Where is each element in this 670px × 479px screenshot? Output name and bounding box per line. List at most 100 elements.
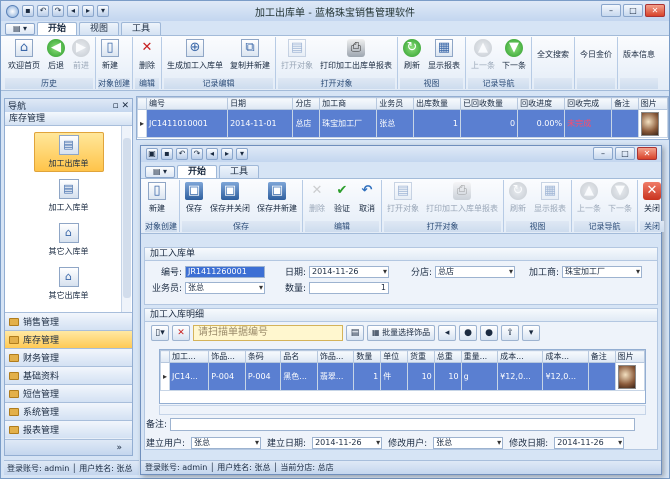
dcol-0[interactable]: 加工... (169, 350, 210, 363)
child-new-button[interactable]: ▯ 新建 (145, 180, 169, 221)
next-record-button[interactable]: ▼ 下一条 (499, 37, 529, 78)
detail-horizontal-scrollbar[interactable] (159, 405, 646, 415)
col-recovered-qty[interactable]: 已回收数量 (459, 97, 519, 110)
dcol-1[interactable]: 饰品... (208, 350, 246, 363)
open-object-button[interactable]: ▤ 打开对象 (278, 37, 316, 78)
child-maximize-icon[interactable]: □ (615, 147, 635, 160)
child-app-icon[interactable]: ▣ (146, 148, 158, 160)
version-info-button[interactable]: 版本信息 (620, 37, 658, 78)
col-progress[interactable]: 回收进度 (517, 97, 566, 110)
child-show-report-button[interactable]: ▦ 显示报表 (531, 180, 569, 221)
save-new-button[interactable]: ▣ 保存并新建 (254, 180, 300, 221)
fulltext-search-button[interactable]: 全文搜索 (534, 37, 572, 78)
dcol-13[interactable]: 图片 (614, 350, 645, 363)
batch-select-button[interactable]: ▦ 批量选择饰品 (367, 325, 436, 341)
child-next-button[interactable]: ▼ 下一条 (605, 180, 635, 221)
child-undo-quick-icon[interactable]: ↶ (176, 148, 188, 160)
col-remark[interactable]: 备注 (611, 97, 639, 110)
col-number[interactable]: 编号 (146, 97, 229, 110)
date-field[interactable]: 2014-11-26 (309, 265, 389, 278)
nav-basic-data[interactable]: 基础资料 (5, 366, 132, 384)
child-refresh-button[interactable]: ↻ 刷新 (506, 180, 530, 221)
sidebar-item-other-outbound[interactable]: ⌂ 其它出库单 (34, 264, 104, 304)
salesman-select[interactable]: 张总 (185, 281, 265, 294)
save-button[interactable]: ▣ 保存 (182, 180, 206, 221)
save-close-button[interactable]: ▣ 保存并关闭 (207, 180, 253, 221)
created-date-field[interactable]: 2014-11-26 (312, 436, 383, 449)
sidebar-expand-button[interactable]: » (5, 439, 132, 455)
first-row-icon[interactable]: ◂ (438, 325, 457, 341)
nav-sales[interactable]: 销售管理 (5, 312, 132, 330)
child-back-quick-icon[interactable]: ◂ (206, 148, 218, 160)
dcol-2[interactable]: 条码 (244, 350, 282, 363)
tab-tools[interactable]: 工具 (121, 22, 162, 35)
cancel-button[interactable]: ↶ 取消 (355, 180, 379, 221)
customize-quick-icon[interactable]: ▾ (97, 5, 109, 17)
sidebar-item-processing-inbound[interactable]: ▤ 加工入库单 (34, 176, 104, 216)
next-row-icon[interactable]: ● (480, 325, 499, 341)
nav-sms[interactable]: 短信管理 (5, 384, 132, 402)
table-row[interactable]: ▸ JC1411010001 2014-11-01 总店 珠宝加工厂 张总 1 … (136, 109, 669, 138)
scan-lookup-icon[interactable]: ▤ (346, 325, 364, 341)
dcol-9[interactable]: 重量... (460, 350, 499, 363)
number-field[interactable]: JR1411260001 (185, 265, 265, 278)
col-out-qty[interactable]: 出库数量 (413, 97, 461, 110)
dcol-4[interactable]: 饰品... (316, 350, 355, 363)
generate-inbound-button[interactable]: ⊕ 生成加工入库单 (164, 37, 226, 78)
prev-row-icon[interactable]: ● (459, 325, 478, 341)
validate-button[interactable]: ✔ 验证 (330, 180, 354, 221)
dcol-3[interactable]: 品名 (280, 350, 318, 363)
child-save-quick-icon[interactable]: ▪ (161, 148, 173, 160)
detail-menu-icon[interactable]: ▾ (522, 325, 541, 341)
nav-reports[interactable]: 报表管理 (5, 420, 132, 438)
col-date[interactable]: 日期 (227, 97, 294, 110)
back-button[interactable]: ◀ 后退 (44, 37, 68, 78)
child-close-icon[interactable]: ✕ (637, 147, 657, 160)
save-quick-icon[interactable]: ▪ (22, 5, 34, 17)
nav-system[interactable]: 系统管理 (5, 402, 132, 420)
sidebar-item-processing-outbound[interactable]: ▤ 加工出库单 (33, 132, 104, 172)
processor-select[interactable]: 珠宝加工厂 (562, 265, 642, 278)
child-tab-tools[interactable]: 工具 (219, 165, 260, 178)
dcol-11[interactable]: 成本... (542, 350, 589, 363)
maximize-icon[interactable]: □ (623, 4, 643, 17)
child-minimize-icon[interactable]: – (593, 147, 613, 160)
memo-field[interactable] (169, 418, 635, 431)
child-redo-quick-icon[interactable]: ↷ (191, 148, 203, 160)
export-icon[interactable]: ⇪ (501, 325, 520, 341)
delete-row-icon[interactable]: ✕ (172, 325, 190, 341)
child-tab-start[interactable]: 开始 (177, 165, 218, 178)
welcome-home-button[interactable]: ⌂ 欢迎首页 (5, 37, 43, 78)
quantity-field[interactable]: 1 (309, 281, 389, 294)
child-open-object-button[interactable]: ▤ 打开对象 (384, 180, 422, 221)
app-menu-button[interactable]: ▤ ▾ (5, 23, 35, 35)
forward-button[interactable]: ▶ 前进 (69, 37, 93, 78)
dcol-10[interactable]: 成本... (497, 350, 544, 363)
dcol-7[interactable]: 货重 (406, 350, 435, 363)
col-branch[interactable]: 分店 (292, 97, 321, 110)
child-forward-quick-icon[interactable]: ▸ (221, 148, 233, 160)
minimize-icon[interactable]: – (601, 4, 621, 17)
child-previous-button[interactable]: ▲ 上一条 (574, 180, 604, 221)
sidebar-scrollbar[interactable] (121, 126, 131, 312)
print-outbound-report-button[interactable]: ⎙ 打印加工出库单报表 (317, 37, 395, 78)
print-inbound-report-button[interactable]: ⎙ 打印加工入库单报表 (423, 180, 501, 221)
table-row[interactable]: ▸ JC14... P-004 P-004 黑色... 翡翠... 1 件 10… (160, 362, 645, 391)
show-report-button[interactable]: ▦ 显示报表 (425, 37, 463, 78)
dcol-8[interactable]: 总重 (433, 350, 462, 363)
sidebar-pin-icon[interactable]: ▫ ✕ (112, 101, 129, 111)
redo-quick-icon[interactable]: ↷ (52, 5, 64, 17)
dcol-12[interactable]: 备注 (587, 350, 616, 363)
branch-select[interactable]: 总店 (435, 265, 515, 278)
close-form-button[interactable]: ✕ 关闭 (640, 180, 664, 221)
back-quick-icon[interactable]: ◂ (67, 5, 79, 17)
copy-new-button[interactable]: ⧉ 复制并新建 (227, 37, 273, 78)
tab-view[interactable]: 视图 (79, 22, 120, 35)
new-button[interactable]: ▯ 新建 (98, 37, 122, 78)
close-icon[interactable]: ✕ (645, 4, 665, 17)
nav-finance[interactable]: 财务管理 (5, 348, 132, 366)
col-complete[interactable]: 回收完成 (564, 97, 613, 110)
previous-record-button[interactable]: ▲ 上一条 (468, 37, 498, 78)
modified-by-field[interactable]: 张总 (433, 436, 504, 449)
modified-date-field[interactable]: 2014-11-26 (554, 436, 625, 449)
